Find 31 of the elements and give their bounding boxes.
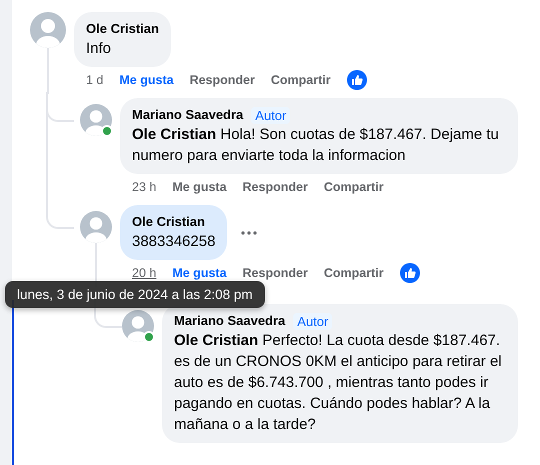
reply-link[interactable]: Responder [242,180,308,194]
avatar[interactable] [30,12,66,48]
comment-text: 3883346258 [132,232,216,252]
reply-link[interactable]: Responder [242,266,308,280]
like-link[interactable]: Me gusta [172,180,227,194]
like-link[interactable]: Me gusta [119,73,174,87]
comment-text: Ole Cristian Hola! Son cuotas de $187.467. Dejame tu numero para enviarte toda la informacion [132,125,500,166]
author-name[interactable]: Mariano Saavedra [174,312,286,330]
thread-connector [46,92,74,122]
share-link[interactable]: Compartir [324,180,384,194]
like-link[interactable]: Me gusta [172,266,227,280]
avatar[interactable] [80,211,112,243]
more-icon[interactable] [241,230,258,234]
timestamp-link[interactable]: 23 h [132,180,156,194]
timestamp-link[interactable]: 20 h [132,266,156,280]
author-name[interactable]: Ole Cristian [132,213,205,231]
avatar[interactable] [122,310,154,342]
comment-text: Ole Cristian Perfecto! La cuota desde $187.467. es de un CRONOS 0KM el anticipo para retirar el auto es de $6.743.700 , mientras tanto podes ir pagando en cuotas. Cuándo podes hablar? A la mañana o a la tarde? [174,331,503,435]
avatar[interactable] [80,104,112,136]
share-link[interactable]: Compartir [324,266,384,280]
date-tooltip: lunes, 3 de junio de 2024 a las 2:08 pm [5,281,265,308]
share-link[interactable]: Compartir [270,73,331,87]
like-reaction-icon[interactable] [346,70,367,90]
reply-link[interactable]: Responder [190,73,255,87]
timestamp-link[interactable]: 1 d [86,73,104,87]
author-badge: Autor [251,106,290,124]
author-name[interactable]: Ole Cristian [86,20,159,38]
like-reaction-icon[interactable] [400,263,420,283]
comment-text: Info [86,39,112,59]
author-badge: Autor [293,312,332,330]
author-name[interactable]: Mariano Saavedra [132,106,244,124]
